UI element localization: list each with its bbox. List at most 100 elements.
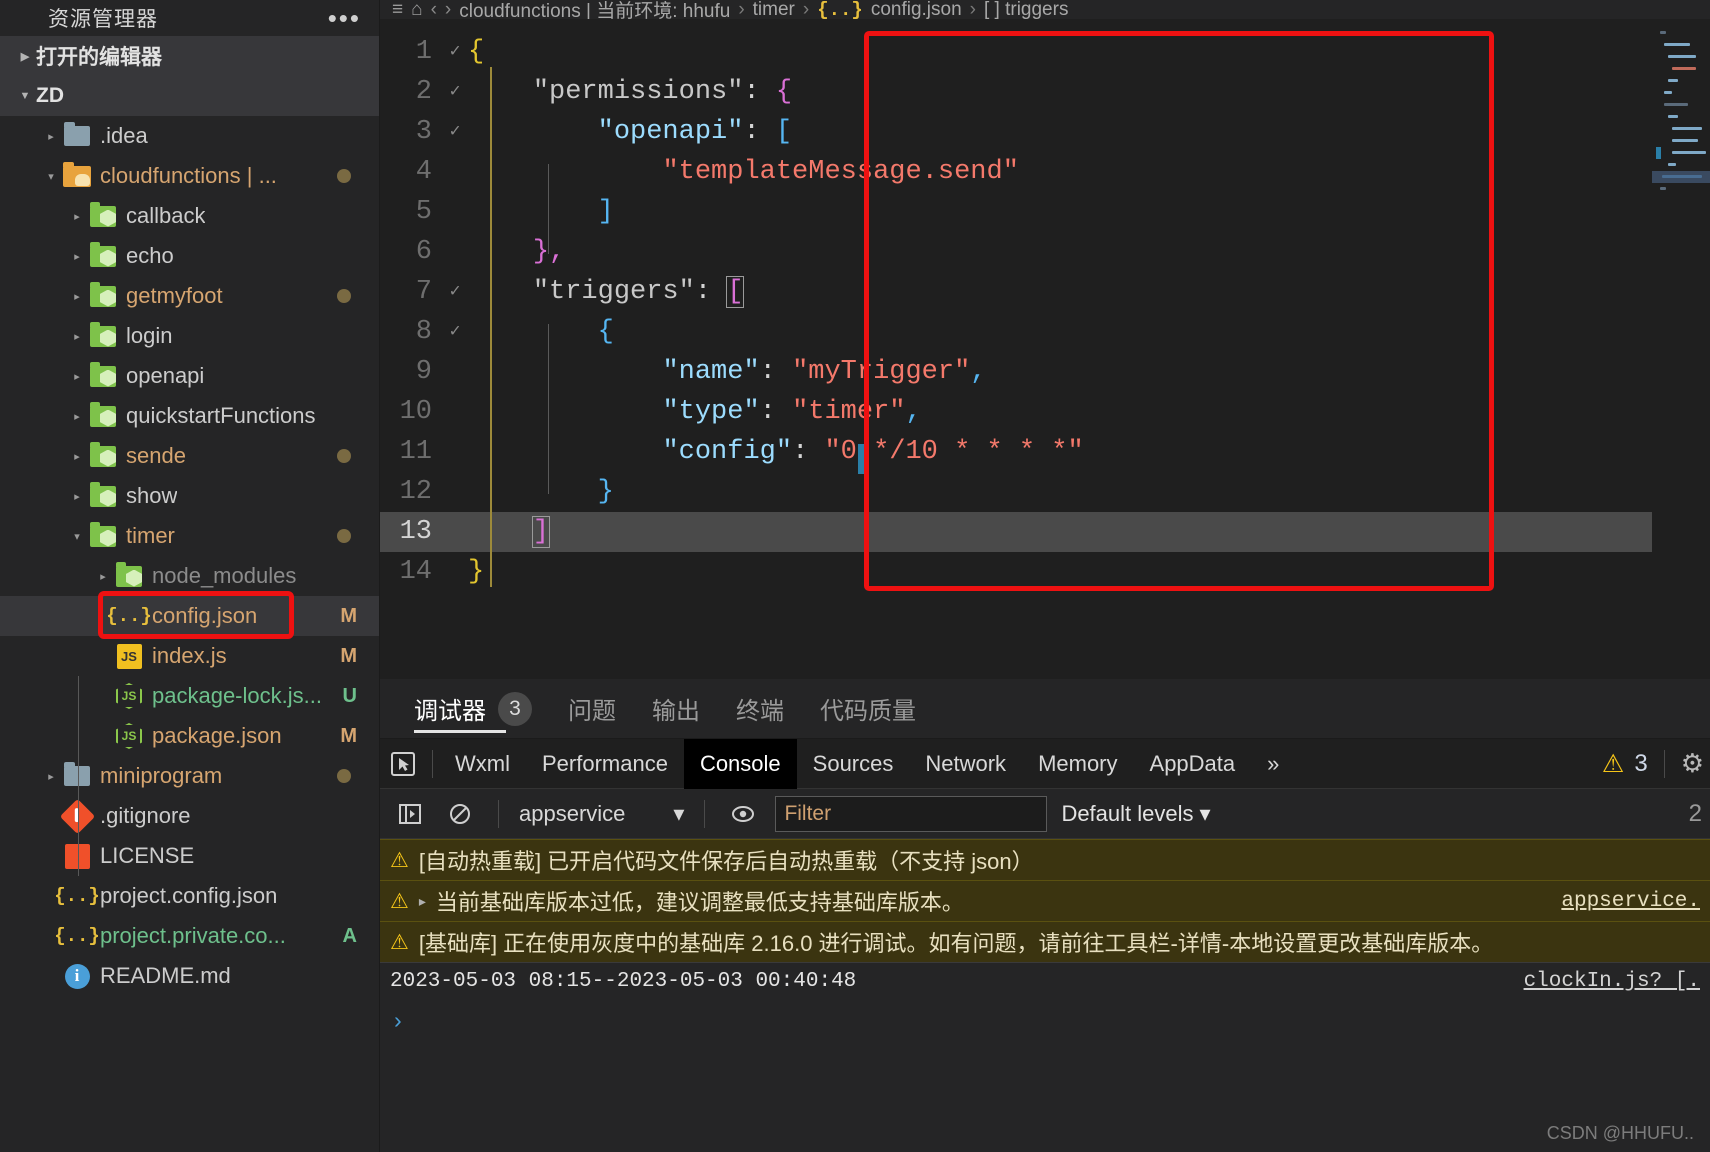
console-log-source-link[interactable]: clockIn.js? [. — [1524, 970, 1700, 993]
chevron-right-icon[interactable]: ▸ — [66, 250, 88, 263]
log-level-selector[interactable]: Default levels ▾ — [1061, 801, 1210, 827]
minimap[interactable] — [1652, 19, 1710, 679]
panel-tab-4[interactable]: 代码质量 — [820, 679, 916, 739]
panel-tab-2[interactable]: 输出 — [652, 679, 700, 739]
code-line[interactable]: 11 "config": "0 */10 * * * *" — [380, 432, 1710, 472]
console-filter-input[interactable]: Filter — [775, 795, 1048, 832]
code-line[interactable]: 10 "type": "timer", — [380, 392, 1710, 432]
code-editor[interactable]: 1 ✓{2 ✓ "permissions": {3 ✓ "openapi": [4 "… — [380, 19, 1710, 679]
chevron-right-icon[interactable]: ▸ — [66, 370, 88, 383]
fold-indicator[interactable] — [442, 432, 468, 472]
console-log-row[interactable]: ⚠ [基础库] 正在使用灰度中的基础库 2.16.0 进行调试。如有问题，请前往工… — [380, 921, 1710, 962]
console-prompt[interactable]: › — [380, 1000, 1710, 1040]
fold-indicator[interactable]: ✓ — [442, 312, 468, 352]
chevron-right-icon[interactable]: ▸ — [66, 330, 88, 343]
code-line[interactable]: 3 ✓ "openapi": [ — [380, 112, 1710, 152]
tree-item[interactable]: {..} config.json M — [0, 596, 379, 636]
devtools-tab-sources[interactable]: Sources — [797, 739, 910, 789]
console-log-source-link[interactable]: appservice. — [1561, 890, 1700, 913]
code-line[interactable]: 14} — [380, 552, 1710, 592]
panel-tab-3[interactable]: 终端 — [736, 679, 784, 739]
clear-console-icon[interactable] — [442, 801, 478, 827]
code-line[interactable]: 2 ✓ "permissions": { — [380, 72, 1710, 112]
breadcrumb-forward-icon[interactable]: › — [445, 0, 451, 19]
code-line[interactable]: 13 ] — [380, 512, 1710, 552]
tree-item[interactable]: {..} project.config.json — [0, 876, 379, 916]
devtools-tab-network[interactable]: Network — [909, 739, 1022, 789]
tree-item[interactable]: i README.md — [0, 956, 379, 996]
code-line[interactable]: 9 "name": "myTrigger", — [380, 352, 1710, 392]
fold-indicator[interactable]: ✓ — [442, 72, 468, 112]
breadcrumb-item-1[interactable]: timer — [753, 0, 795, 19]
fold-indicator[interactable] — [442, 512, 468, 552]
fold-indicator[interactable]: ✓ — [442, 272, 468, 312]
gear-icon[interactable]: ⚙ — [1681, 748, 1704, 779]
expand-arrow-icon[interactable]: ▸ — [419, 893, 426, 910]
tree-item[interactable]: ▸ node_modules — [0, 556, 379, 596]
devtools-overflow-button[interactable]: » — [1251, 739, 1295, 789]
panel-tab-1[interactable]: 问题 — [568, 679, 616, 739]
minimap-viewport[interactable] — [1652, 171, 1710, 183]
console-log-row[interactable]: ⚠ [自动热重载] 已开启代码文件保存后自动热重载（不支持 json） — [380, 839, 1710, 880]
tree-item[interactable]: ▸ quickstartFunctions — [0, 396, 379, 436]
fold-indicator[interactable] — [442, 472, 468, 512]
tree-item[interactable]: JS package.json M — [0, 716, 379, 756]
tree-item[interactable]: ▸ sende — [0, 436, 379, 476]
tree-item[interactable]: ▸ echo — [0, 236, 379, 276]
tree-item[interactable]: {..} project.private.co... A — [0, 916, 379, 956]
chevron-right-icon[interactable]: ▸ — [66, 490, 88, 503]
chevron-down-icon[interactable]: ▾ — [40, 170, 62, 183]
devtools-tab-memory[interactable]: Memory — [1022, 739, 1133, 789]
chevron-down-icon[interactable]: ▾ — [66, 530, 88, 543]
section-open-editors[interactable]: ▶ 打开的编辑器 — [0, 36, 379, 76]
fold-indicator[interactable]: ✓ — [442, 32, 468, 72]
live-expression-icon[interactable] — [725, 801, 761, 827]
tree-item[interactable]: ▸ .idea — [0, 116, 379, 156]
chevron-right-icon[interactable]: ▸ — [40, 770, 62, 783]
tree-item[interactable]: ▸ login — [0, 316, 379, 356]
code-line[interactable]: 6 }, — [380, 232, 1710, 272]
show-console-sidebar-icon[interactable] — [392, 801, 428, 827]
breadcrumb-back-icon[interactable]: ‹ — [431, 0, 437, 19]
chevron-right-icon[interactable]: ▸ — [40, 130, 62, 143]
breadcrumb-menu-icon[interactable]: ≡ — [392, 0, 403, 19]
chevron-right-icon[interactable]: ▸ — [66, 410, 88, 423]
explorer-more-icon[interactable]: ••• — [328, 5, 361, 31]
console-log-row[interactable]: 2023-05-03 08:15--2023-05-03 00:40:48 clo… — [380, 962, 1710, 1000]
devtools-tab-wxml[interactable]: Wxml — [439, 739, 526, 789]
tree-item[interactable]: JS package-lock.js... U — [0, 676, 379, 716]
devtools-tab-appdata[interactable]: AppData — [1134, 739, 1252, 789]
tree-item[interactable]: JS index.js M — [0, 636, 379, 676]
inspect-cursor-icon[interactable] — [380, 751, 426, 777]
panel-tab-0[interactable]: 调试器 3 — [414, 679, 532, 739]
breadcrumb-item-0[interactable]: cloudfunctions | 当前环境: hhufu — [459, 0, 730, 19]
code-line[interactable]: 1 ✓{ — [380, 32, 1710, 72]
console-log-row[interactable]: ⚠ ▸ 当前基础库版本过低，建议调整最低支持基础库版本。 appservice. — [380, 880, 1710, 921]
code-line[interactable]: 12 } — [380, 472, 1710, 512]
tree-item[interactable]: ▸ callback — [0, 196, 379, 236]
chevron-right-icon[interactable]: ▸ — [66, 290, 88, 303]
fold-indicator[interactable] — [442, 552, 468, 592]
chevron-right-icon[interactable]: ▸ — [66, 450, 88, 463]
chevron-right-icon[interactable]: ▸ — [66, 210, 88, 223]
code-line[interactable]: 5 ] — [380, 192, 1710, 232]
breadcrumb-item-2[interactable]: config.json — [871, 0, 962, 19]
context-selector[interactable]: appservice ▾ — [519, 801, 684, 827]
breadcrumb-item-3[interactable]: [ ] triggers — [984, 0, 1068, 19]
tree-item[interactable]: ▸ miniprogram — [0, 756, 379, 796]
fold-indicator[interactable]: ✓ — [442, 112, 468, 152]
devtools-tab-performance[interactable]: Performance — [526, 739, 684, 789]
fold-indicator[interactable] — [442, 352, 468, 392]
tree-item[interactable]: ▾ timer — [0, 516, 379, 556]
devtools-tab-console[interactable]: Console — [683, 738, 797, 789]
code-line[interactable]: 7 ✓ "triggers": [ — [380, 272, 1710, 312]
section-project-zd[interactable]: ▼ ZD — [0, 76, 379, 116]
tree-item[interactable]: ▸ openapi — [0, 356, 379, 396]
fold-indicator[interactable] — [442, 392, 468, 432]
fold-indicator[interactable] — [442, 232, 468, 272]
chevron-right-icon[interactable]: ▸ — [92, 570, 114, 583]
fold-indicator[interactable] — [442, 152, 468, 192]
code-line[interactable]: 4 "templateMessage.send" — [380, 152, 1710, 192]
tree-item[interactable]: ▸ getmyfoot — [0, 276, 379, 316]
tree-item[interactable]: .gitignore — [0, 796, 379, 836]
